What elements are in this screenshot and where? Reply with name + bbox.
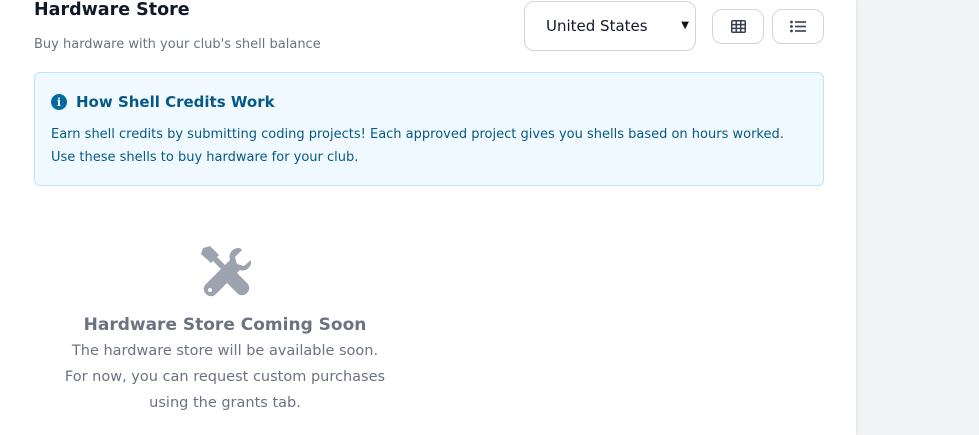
empty-state-title: Hardware Store Coming Soon	[83, 315, 367, 335]
page-subtitle: Buy hardware with your club's shell bala…	[34, 37, 321, 52]
tools-icon	[201, 246, 251, 297]
empty-state-line: The hardware store will be available soo…	[71, 343, 379, 359]
empty-state: Hardware Store Coming Soon The hardware …	[40, 246, 410, 416]
grid-icon	[730, 20, 746, 33]
empty-state-line: For now, you can request custom purchase…	[64, 369, 386, 385]
page-title: Hardware Store	[34, 0, 190, 20]
info-icon: i	[51, 94, 67, 110]
empty-state-text: The hardware store will be available soo…	[40, 338, 410, 416]
info-header: i How Shell Credits Work	[51, 93, 275, 111]
info-text: Earn shell credits by submitting coding …	[51, 127, 784, 165]
country-select-value: United States	[546, 17, 648, 35]
list-view-button[interactable]	[772, 9, 824, 44]
empty-state-line: using the grants tab.	[149, 395, 301, 411]
country-select[interactable]: United States ▼	[524, 1, 696, 51]
chevron-down-icon: ▼	[681, 19, 689, 31]
info-title: How Shell Credits Work	[76, 93, 275, 111]
list-icon	[790, 20, 806, 33]
info-box: i How Shell Credits Work Earn shell cred…	[34, 72, 824, 186]
grid-view-button[interactable]	[712, 9, 764, 44]
main-panel: Hardware Store Buy hardware with your cl…	[0, 0, 856, 435]
